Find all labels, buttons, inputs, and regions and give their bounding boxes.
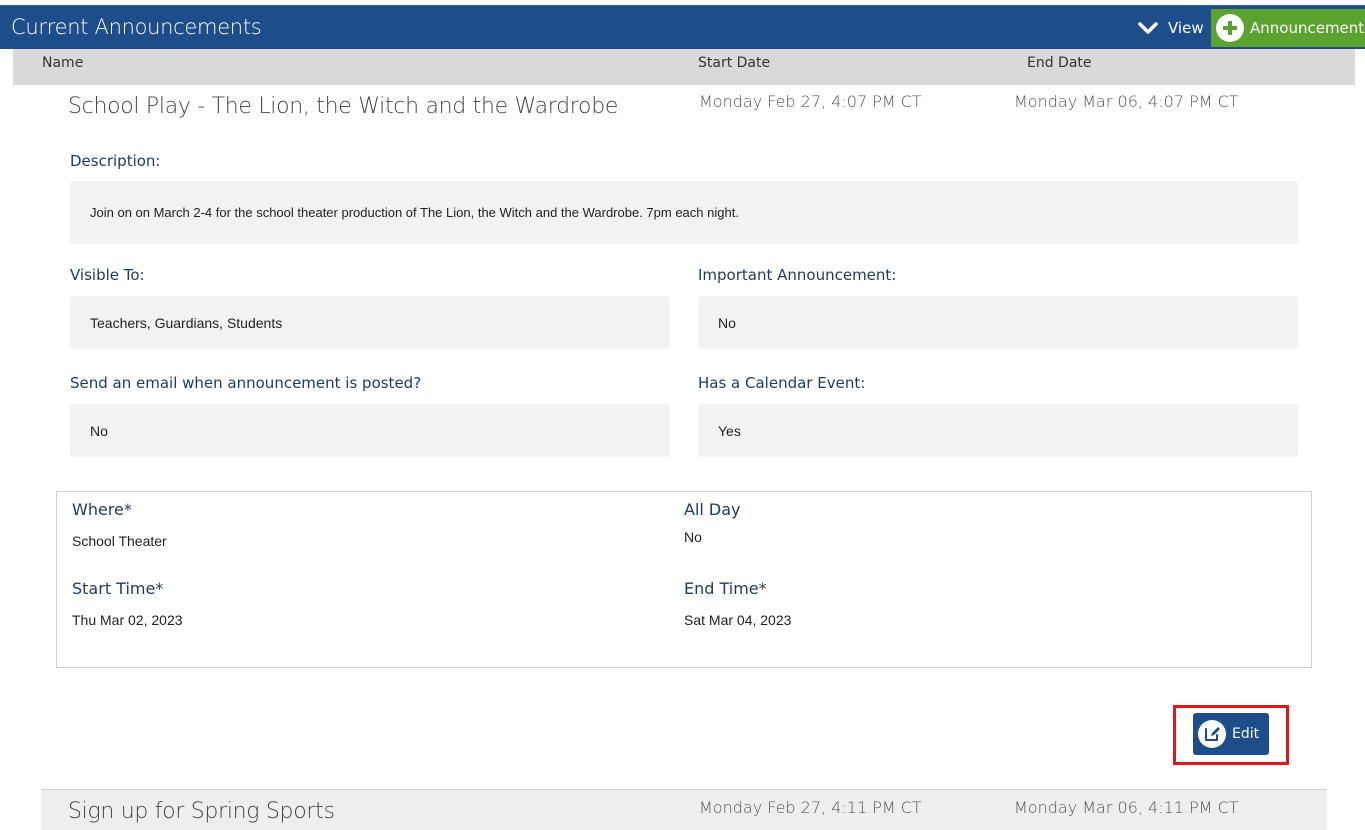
start-time-value: Thu Mar 02, 2023 [72,612,183,628]
all-day-label: All Day [684,500,741,519]
next-announcement-end-date: Monday Mar 06, 4:11 PM CT [1014,798,1239,817]
description-label: Description: [70,152,161,170]
send-email-text: No [90,422,108,439]
add-announcement-button[interactable]: Announcement [1211,9,1365,47]
calendar-event-details: Where* School Theater All Day No Start T… [56,491,1312,668]
end-time-value: Sat Mar 04, 2023 [684,612,792,628]
view-toggle[interactable]: View [1138,6,1204,50]
important-label: Important Announcement: [698,266,897,284]
plus-circle-icon [1216,14,1244,42]
edit-label: Edit [1232,726,1260,742]
edit-icon [1198,720,1226,748]
visible-to-text: Teachers, Guardians, Students [90,314,283,331]
calendar-event-text: Yes [718,422,741,439]
column-start-header: Start Date [698,55,771,71]
send-email-label: Send an email when announcement is poste… [70,374,422,392]
end-time-label: End Time* [684,579,767,598]
description-value: Join on on March 2-4 for the school thea… [70,181,1298,244]
page-title: Current Announcements [11,15,262,39]
description-text: Join on on March 2-4 for the school thea… [90,205,739,220]
all-day-value: No [684,529,702,545]
important-text: No [718,314,736,331]
send-email-value: No [70,404,670,457]
add-announcement-label: Announcement [1250,19,1365,37]
where-value: School Theater [72,533,167,549]
chevron-down-icon [1138,22,1158,34]
column-name-header: Name [42,55,84,71]
start-time-label: Start Time* [72,579,164,598]
visible-to-value: Teachers, Guardians, Students [70,296,670,349]
visible-to-label: Visible To: [70,266,145,284]
column-end-header: End Date [1027,55,1092,71]
announcement-title[interactable]: School Play - The Lion, the Witch and th… [68,94,618,119]
where-label: Where* [72,500,132,519]
announcement-start-date: Monday Feb 27, 4:07 PM CT [699,92,922,111]
next-announcement-start-date: Monday Feb 27, 4:11 PM CT [699,798,922,817]
important-value: No [698,296,1298,349]
calendar-event-value: Yes [698,404,1298,457]
calendar-event-label: Has a Calendar Event: [698,374,866,392]
edit-button[interactable]: Edit [1193,713,1269,755]
next-announcement-row[interactable]: Sign up for Spring Sports Monday Feb 27,… [41,789,1327,830]
next-announcement-title[interactable]: Sign up for Spring Sports [68,799,335,824]
view-label: View [1168,19,1204,37]
column-header-row: Name Start Date End Date [13,49,1355,85]
page-header: Current Announcements View Announcement [0,5,1365,49]
announcement-end-date: Monday Mar 06, 4:07 PM CT [1014,92,1239,111]
